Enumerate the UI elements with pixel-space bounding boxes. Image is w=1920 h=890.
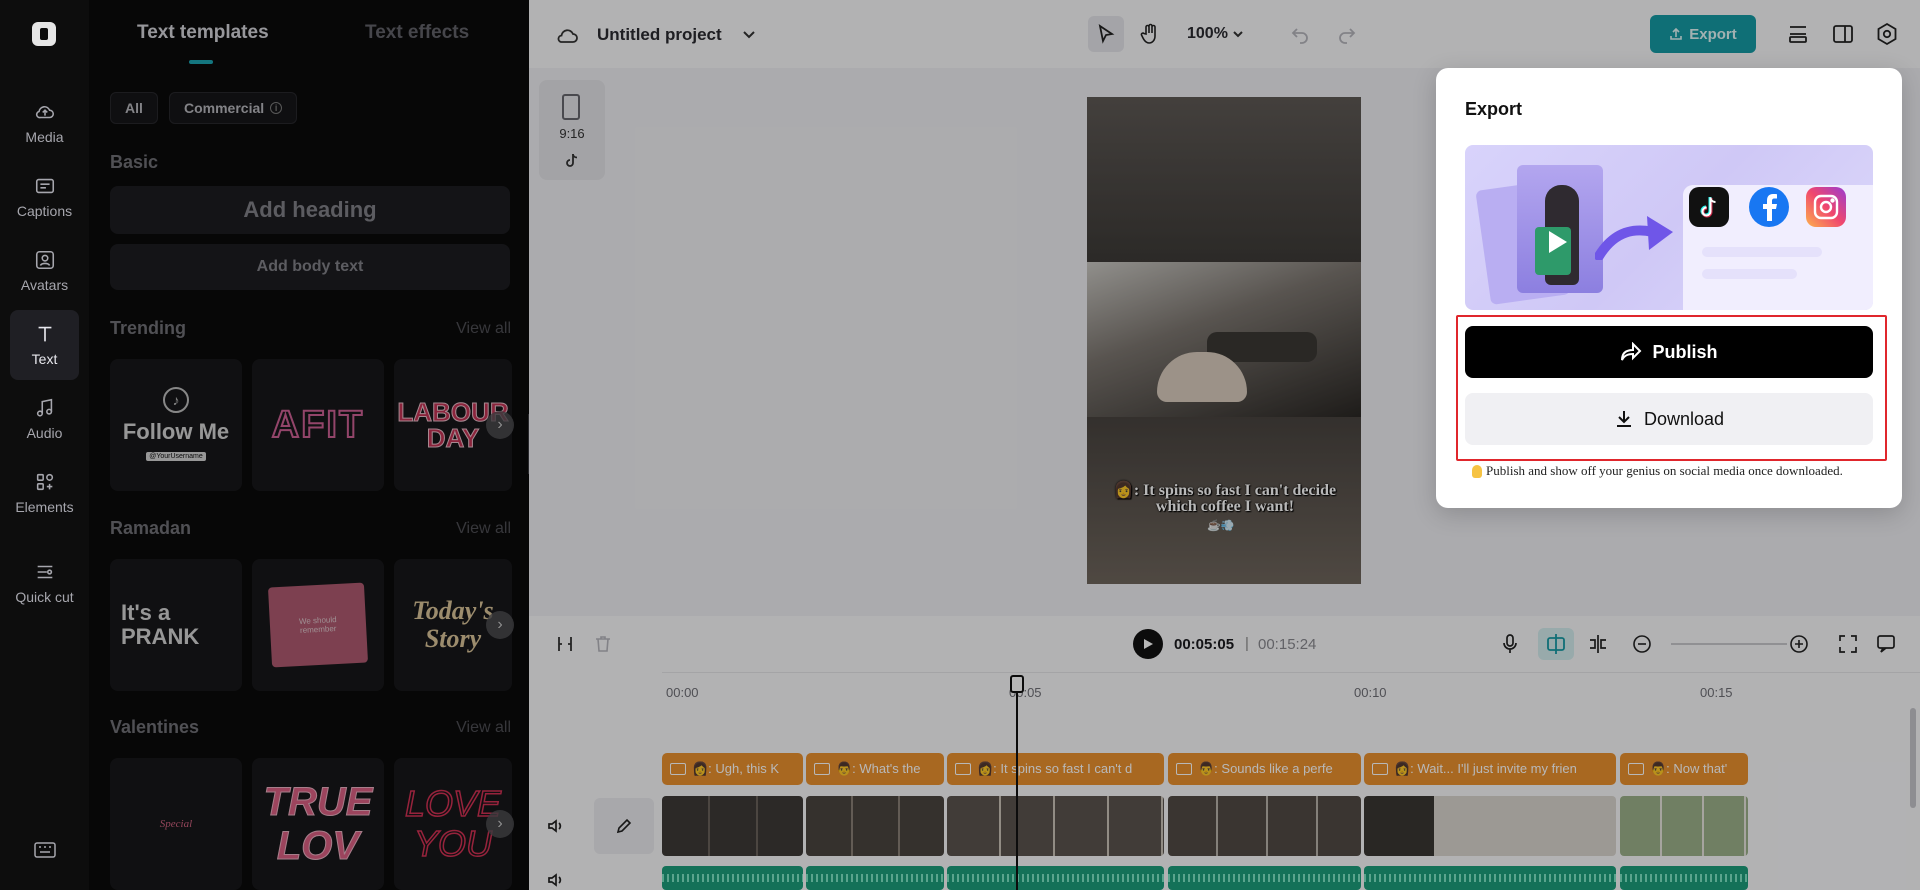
- rail-item-quick-cut[interactable]: Quick cut: [10, 540, 79, 626]
- export-popover-title: Export: [1465, 99, 1523, 119]
- instagram-icon: [1806, 187, 1846, 227]
- curved-arrow-icon: [1595, 216, 1673, 260]
- export-hint: Publish and show off your genius on soci…: [1472, 463, 1843, 479]
- illustration-card: [1517, 165, 1603, 293]
- rail-item-text[interactable]: Text: [10, 310, 79, 380]
- rail-item-elements[interactable]: Elements: [10, 458, 79, 528]
- cloud-upload-icon: [35, 105, 54, 118]
- export-promo-illustration: [1465, 145, 1873, 310]
- left-rail: Media Captions Avatars Text Audio Elemen…: [0, 0, 89, 890]
- rail-item-label: Quick cut: [15, 588, 74, 605]
- captions-icon: [35, 178, 54, 193]
- annotation-highlight-box: [1456, 315, 1887, 461]
- rail-item-media[interactable]: Media: [10, 88, 79, 158]
- text-library-panel: Text templates Text effects All Commerci…: [89, 0, 529, 890]
- keyboard-icon[interactable]: [34, 842, 56, 858]
- modal-dim-overlay: [89, 0, 529, 890]
- rail-item-label: Avatars: [20, 276, 69, 293]
- export-hint-text: Publish and show off your genius on soci…: [1486, 463, 1843, 478]
- app-logo-icon[interactable]: [32, 22, 56, 46]
- avatar-icon: [35, 250, 54, 269]
- rail-item-avatars[interactable]: Avatars: [10, 236, 79, 306]
- elements-grid-icon: [36, 473, 53, 490]
- rail-item-audio[interactable]: Audio: [10, 384, 79, 454]
- rail-item-label: Media: [25, 128, 64, 145]
- tiktok-icon: [1689, 187, 1729, 227]
- rail-item-captions[interactable]: Captions: [10, 162, 79, 232]
- music-note-icon: [36, 398, 52, 417]
- play-icon: [1549, 231, 1567, 253]
- lightbulb-icon: [1472, 464, 1482, 478]
- rail-item-label: Elements: [15, 498, 74, 515]
- quick-cut-icon: [37, 565, 52, 578]
- rail-item-label: Text: [31, 350, 58, 367]
- illustration-line: [1702, 269, 1797, 279]
- rail-item-label: Audio: [26, 424, 63, 441]
- illustration-line: [1702, 247, 1822, 257]
- facebook-icon: [1749, 187, 1789, 227]
- rail-item-label: Captions: [16, 202, 73, 219]
- text-icon: [38, 326, 51, 341]
